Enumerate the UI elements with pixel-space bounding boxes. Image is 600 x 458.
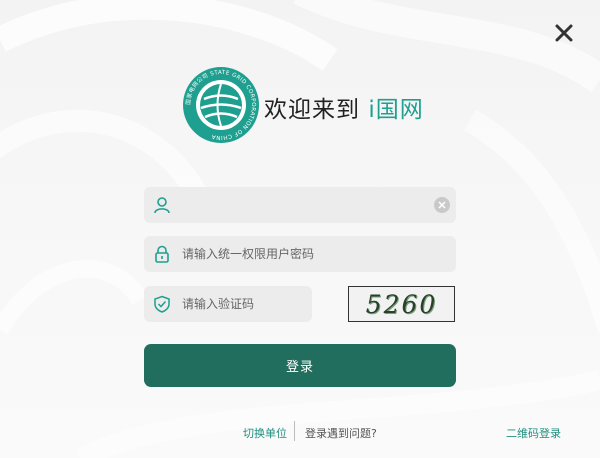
verify-code-input[interactable] xyxy=(182,286,332,322)
lock-icon xyxy=(152,244,172,264)
login-problem-link[interactable]: 登录遇到问题? xyxy=(305,425,377,441)
password-field[interactable] xyxy=(144,236,456,272)
close-button[interactable] xyxy=(551,20,577,46)
captcha-image[interactable]: 5260 xyxy=(348,286,455,322)
welcome-text: 欢迎来到 xyxy=(264,97,360,123)
brand-header: 国家电网公司 STATE GRID CORPORATION OF CHINA 欢… xyxy=(182,66,482,146)
qr-login-link[interactable]: 二维码登录 xyxy=(506,425,561,441)
state-grid-logo: 国家电网公司 STATE GRID CORPORATION OF CHINA xyxy=(183,67,259,143)
welcome-title: 欢迎来到 i国网 xyxy=(264,90,424,124)
clear-username-button[interactable] xyxy=(434,197,450,213)
close-icon xyxy=(555,24,573,42)
shield-check-icon xyxy=(152,294,172,314)
user-icon xyxy=(152,195,172,215)
verify-code-field[interactable] xyxy=(144,286,332,322)
username-input[interactable] xyxy=(182,187,434,223)
password-input[interactable] xyxy=(182,236,456,272)
brand-name: i国网 xyxy=(368,97,424,123)
switch-unit-link[interactable]: 切换单位 xyxy=(243,425,287,441)
login-button[interactable]: 登录 xyxy=(144,344,456,387)
login-window: 国家电网公司 STATE GRID CORPORATION OF CHINA 欢… xyxy=(0,0,600,458)
username-field[interactable] xyxy=(144,187,456,223)
captcha-text: 5260 xyxy=(365,289,438,319)
clear-icon xyxy=(438,201,446,209)
footer-divider xyxy=(294,421,295,441)
